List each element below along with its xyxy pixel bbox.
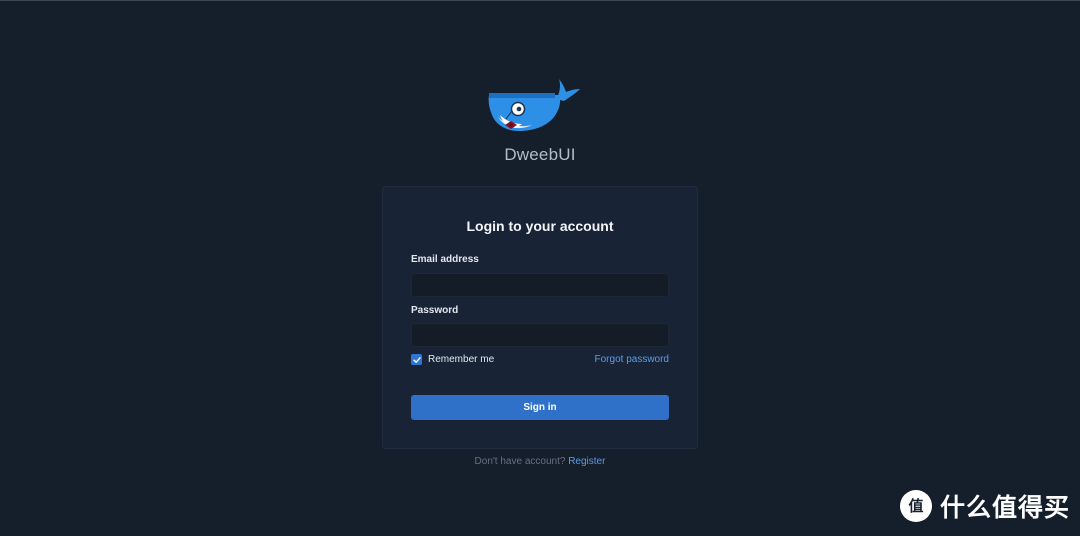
whale-logo bbox=[488, 79, 580, 131]
zhi-icon: 值 bbox=[899, 490, 932, 522]
login-page: DweebUI Login to your account Email addr… bbox=[0, 0, 1080, 536]
register-prompt: Don't have account? Register bbox=[0, 456, 1080, 467]
watermark-text: 什么值得买 bbox=[939, 493, 1070, 522]
forgot-password-link[interactable]: Forgot password bbox=[595, 354, 669, 365]
brand-name: DweebUI bbox=[504, 145, 576, 164]
card-title: Login to your account bbox=[466, 218, 614, 234]
checkmark-icon bbox=[412, 356, 421, 363]
register-link[interactable]: Register bbox=[568, 456, 605, 467]
email-input[interactable] bbox=[411, 273, 669, 297]
password-label: Password bbox=[411, 305, 459, 316]
login-card: Login to your account Email address Pass… bbox=[382, 186, 698, 449]
email-label: Email address bbox=[411, 254, 479, 265]
svg-text:值: 值 bbox=[908, 497, 923, 515]
remember-me-checkbox[interactable] bbox=[411, 354, 422, 365]
sign-in-button[interactable]: Sign in bbox=[411, 395, 669, 420]
remember-me-label[interactable]: Remember me bbox=[428, 354, 494, 365]
password-input[interactable] bbox=[411, 323, 669, 347]
remember-me-row: Remember me bbox=[411, 354, 494, 365]
watermark: 值 什么值得买 bbox=[899, 488, 1070, 524]
register-prompt-text: Don't have account? bbox=[474, 456, 566, 467]
